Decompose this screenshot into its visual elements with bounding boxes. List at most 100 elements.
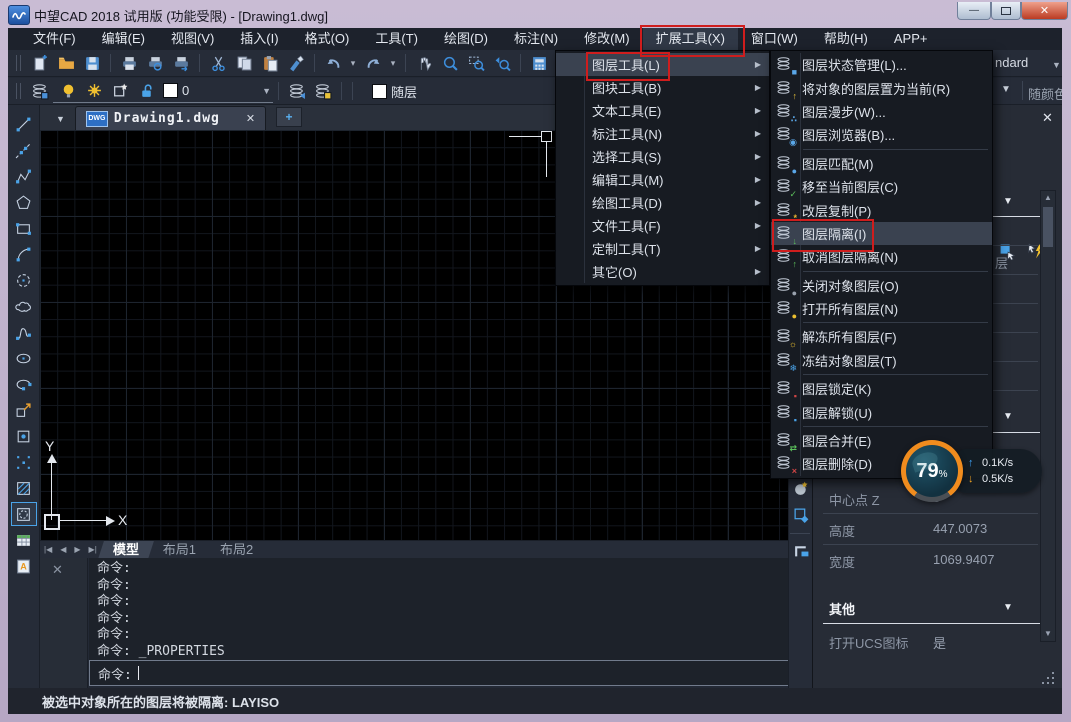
panel-resize-grip[interactable] (1042, 672, 1056, 686)
ext-menu-item-8[interactable]: 文件工具(F)▶ (556, 214, 769, 237)
color-combo[interactable]: 随颜色 (1028, 84, 1062, 103)
menubar-item-2[interactable]: 编辑(E) (89, 28, 158, 50)
block-diamond-icon[interactable] (791, 505, 811, 525)
menubar-item-4[interactable]: 插入(I) (227, 28, 291, 50)
paste-icon[interactable] (259, 52, 281, 74)
section-collapse-icon[interactable]: ▼ (1003, 196, 1013, 207)
fillet-corner-icon[interactable] (791, 540, 811, 560)
layer-menu-item-8[interactable]: *改层复制(P) (771, 198, 992, 221)
print-icon[interactable] (118, 52, 140, 74)
ext-menu-item-2[interactable]: 图块工具(B)▶ (556, 76, 769, 99)
freeze-sun-icon[interactable] (83, 80, 105, 102)
pan-hand-icon[interactable] (413, 52, 435, 74)
ext-menu-item-4[interactable]: 标注工具(N)▶ (556, 122, 769, 145)
scroll-down-icon[interactable]: ▼ (1041, 627, 1055, 641)
menubar-item-10[interactable]: 扩展工具(X) (643, 28, 738, 50)
tab-nav-icon-1[interactable]: |◀ (40, 545, 56, 554)
ext-menu-item-10[interactable]: 其它(O)▶ (556, 260, 769, 283)
scrollbar-thumb[interactable] (1043, 207, 1053, 247)
maximize-button[interactable] (991, 2, 1021, 20)
menubar-item-6[interactable]: 工具(T) (362, 28, 431, 50)
menubar-item-11[interactable]: 窗口(W) (738, 28, 811, 50)
section-collapse-icon[interactable]: ▼ (1003, 411, 1013, 422)
property-value[interactable]: 1069.9407 (933, 552, 994, 567)
layer-menu-item-19[interactable]: ▪图层解锁(U) (771, 400, 992, 423)
chevron-down-icon[interactable]: ▼ (1052, 60, 1061, 70)
ext-menu-item-5[interactable]: 选择工具(S)▶ (556, 145, 769, 168)
polygon-icon[interactable] (11, 190, 37, 214)
layer-states-icon[interactable] (312, 80, 334, 102)
match-paint-icon[interactable] (285, 52, 307, 74)
layer-manager-icon[interactable] (29, 80, 51, 102)
layer-menu-item-7[interactable]: ✓移至当前图层(C) (771, 175, 992, 198)
layer-combo[interactable]: 0▼ (53, 79, 273, 103)
tab-nav-icon-4[interactable]: ▶| (85, 545, 101, 554)
calculator-icon[interactable] (528, 52, 550, 74)
caret-icon[interactable]: ▾ (388, 52, 398, 74)
caret-icon[interactable]: ▾ (348, 52, 358, 74)
open-folder-icon[interactable] (55, 52, 77, 74)
hatch-icon[interactable] (11, 476, 37, 500)
region-icon[interactable] (11, 502, 37, 526)
xline-icon[interactable] (11, 138, 37, 162)
ellipse-icon[interactable] (11, 346, 37, 370)
spline-icon[interactable] (11, 320, 37, 344)
chevron-down-icon[interactable]: ▼ (1001, 84, 1011, 95)
tab-nav-icon-3[interactable]: ▶ (70, 545, 84, 554)
document-close-icon[interactable]: ✕ (246, 112, 255, 125)
command-close-icon[interactable]: ✕ (52, 562, 63, 578)
menubar-item-1[interactable]: 文件(F) (20, 28, 89, 50)
layer-menu-item-10[interactable]: ↑取消图层隔离(N) (771, 245, 992, 268)
new-file-icon[interactable] (29, 52, 51, 74)
layer-menu-item-18[interactable]: ▪图层锁定(K) (771, 377, 992, 400)
cut-icon[interactable] (207, 52, 229, 74)
save-icon[interactable] (81, 52, 103, 74)
property-value[interactable]: 是 (933, 633, 946, 652)
mtext-icon[interactable]: A (11, 554, 37, 578)
layer-menu-item-13[interactable]: ●打开所有图层(N) (771, 297, 992, 320)
document-list-caret-icon[interactable]: ▼ (56, 114, 65, 124)
undo-icon[interactable] (322, 52, 344, 74)
bylayer-combo[interactable]: 随层 (368, 82, 417, 101)
plot-icon[interactable] (170, 52, 192, 74)
scroll-up-icon[interactable]: ▲ (1041, 191, 1055, 205)
point-icon[interactable] (11, 450, 37, 474)
command-input[interactable]: 命令: (89, 660, 794, 686)
insert-block-icon[interactable] (11, 398, 37, 422)
unlock-icon[interactable] (135, 80, 157, 102)
layer-prev-icon[interactable] (286, 80, 308, 102)
menubar-item-3[interactable]: 视图(V) (158, 28, 227, 50)
close-button[interactable]: ✕ (1021, 2, 1068, 20)
ext-menu-item-1[interactable]: 图层工具(L)▶ (556, 53, 769, 76)
new-document-button[interactable]: + (276, 107, 302, 127)
arc-icon[interactable] (11, 242, 37, 266)
new-layer-icon[interactable] (109, 80, 131, 102)
menubar-item-13[interactable]: APP+ (881, 28, 941, 50)
layout-tab-2[interactable]: 布局1 (151, 541, 208, 559)
text-style-combo[interactable]: ndard (995, 55, 1028, 70)
layer-menu-item-6[interactable]: ●图层匹配(M) (771, 152, 992, 175)
ext-menu-item-3[interactable]: 文本工具(E)▶ (556, 99, 769, 122)
toolbar-grip[interactable] (16, 83, 21, 99)
menubar-item-8[interactable]: 标注(N) (501, 28, 571, 50)
menubar-item-12[interactable]: 帮助(H) (811, 28, 881, 50)
zoom-realtime-icon[interactable] (439, 52, 461, 74)
layout-tab-1[interactable]: 模型 (98, 541, 154, 559)
minimize-button[interactable]: — (957, 2, 991, 20)
layer-menu-item-4[interactable]: ◉图层浏览器(B)... (771, 123, 992, 146)
ellipse-arc-icon[interactable] (11, 372, 37, 396)
layer-menu-item-9[interactable]: ↓图层隔离(I) (771, 222, 992, 245)
table-icon[interactable] (11, 528, 37, 552)
memory-float-ball[interactable]: 79 % (901, 440, 963, 502)
render-sphere-icon[interactable] (791, 478, 811, 498)
rectangle-icon[interactable] (11, 216, 37, 240)
copy-icon[interactable] (233, 52, 255, 74)
layer-menu-item-2[interactable]: ↑将对象的图层置为当前(R) (771, 76, 992, 99)
make-block-icon[interactable] (11, 424, 37, 448)
bulb-icon[interactable] (57, 80, 79, 102)
layout-tab-3[interactable]: 布局2 (208, 541, 265, 559)
panel-close-icon[interactable]: ✕ (1042, 110, 1053, 126)
print-preview-icon[interactable] (144, 52, 166, 74)
chevron-down-icon[interactable]: ▼ (262, 86, 271, 96)
zoom-window-icon[interactable] (465, 52, 487, 74)
